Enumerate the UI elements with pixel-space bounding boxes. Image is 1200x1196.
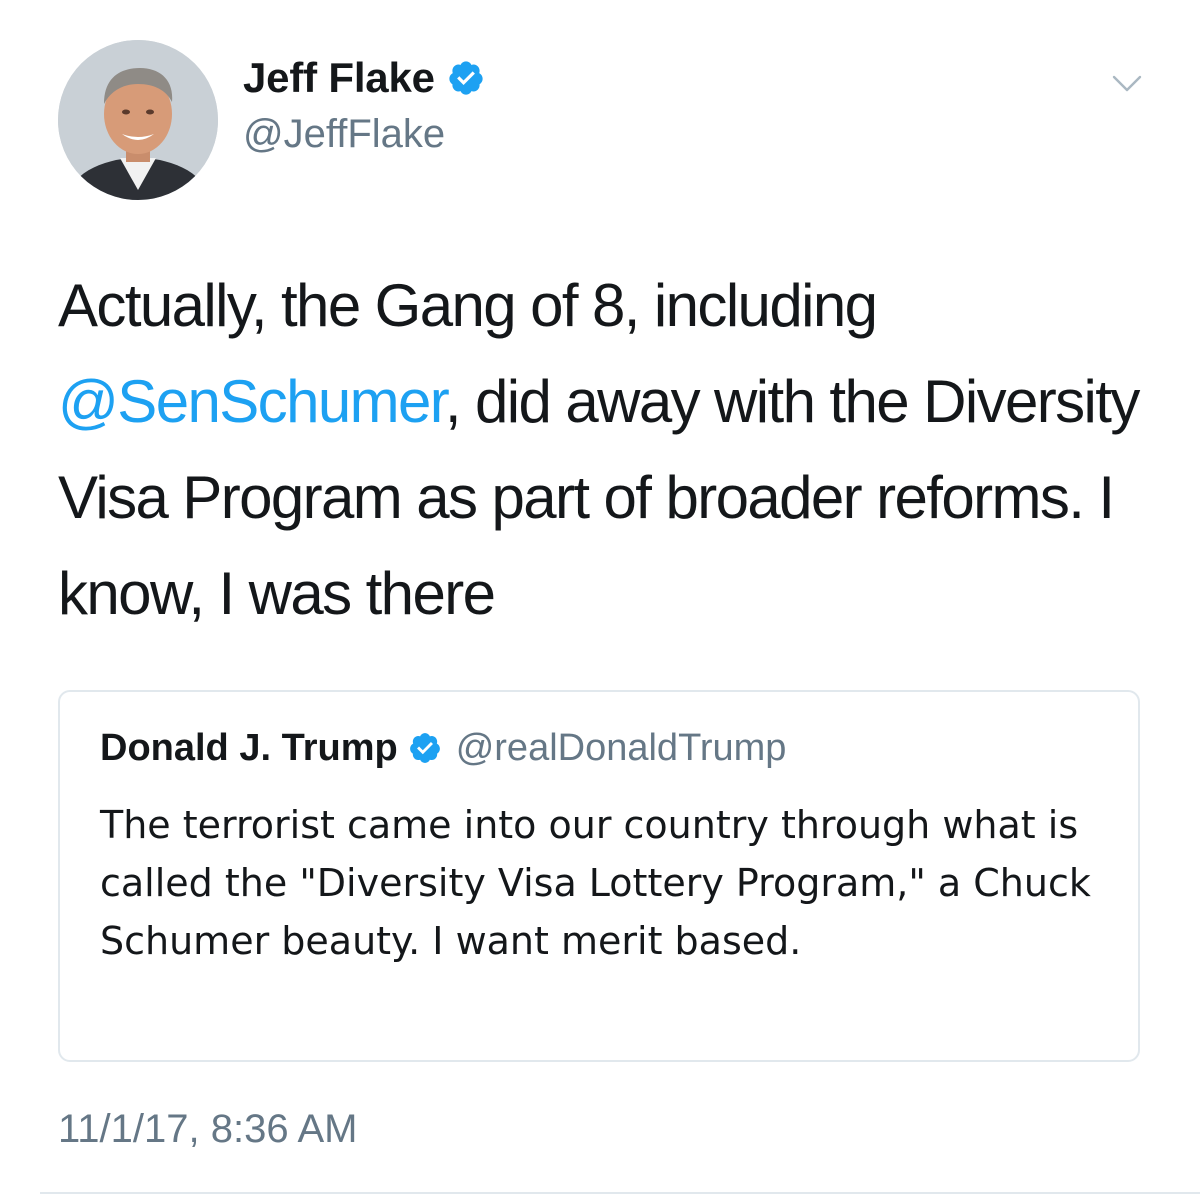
quoted-author-handle: @realDonaldTrump	[455, 727, 787, 769]
avatar-photo	[58, 40, 218, 200]
chevron-down-icon[interactable]	[1110, 66, 1144, 100]
avatar[interactable]	[58, 40, 218, 200]
quoted-tweet-text: The terrorist came into our country thro…	[100, 803, 1091, 963]
mention-link[interactable]: @SenSchumer	[58, 368, 446, 435]
verified-badge-icon	[408, 731, 442, 765]
verified-badge-icon	[447, 59, 485, 97]
tweet-text: Actually, the Gang of 8, including @SenS…	[58, 258, 1158, 642]
divider	[40, 1192, 1200, 1194]
author-name-row: Jeff Flake	[243, 50, 485, 106]
quoted-tweet-card[interactable]: Donald J. Trump @realDonaldTrump The ter…	[58, 690, 1140, 1062]
author-handle[interactable]: @JeffFlake	[243, 108, 445, 160]
tweet-text-before: Actually, the Gang of 8, including	[58, 272, 878, 339]
tweet-timestamp[interactable]: 11/1/17, 8:36 AM	[58, 1102, 357, 1156]
author-display-name[interactable]: Jeff Flake	[243, 50, 435, 106]
quoted-author-name: Donald J. Trump	[100, 727, 398, 769]
quoted-tweet-header: Donald J. Trump @realDonaldTrump	[100, 722, 786, 774]
